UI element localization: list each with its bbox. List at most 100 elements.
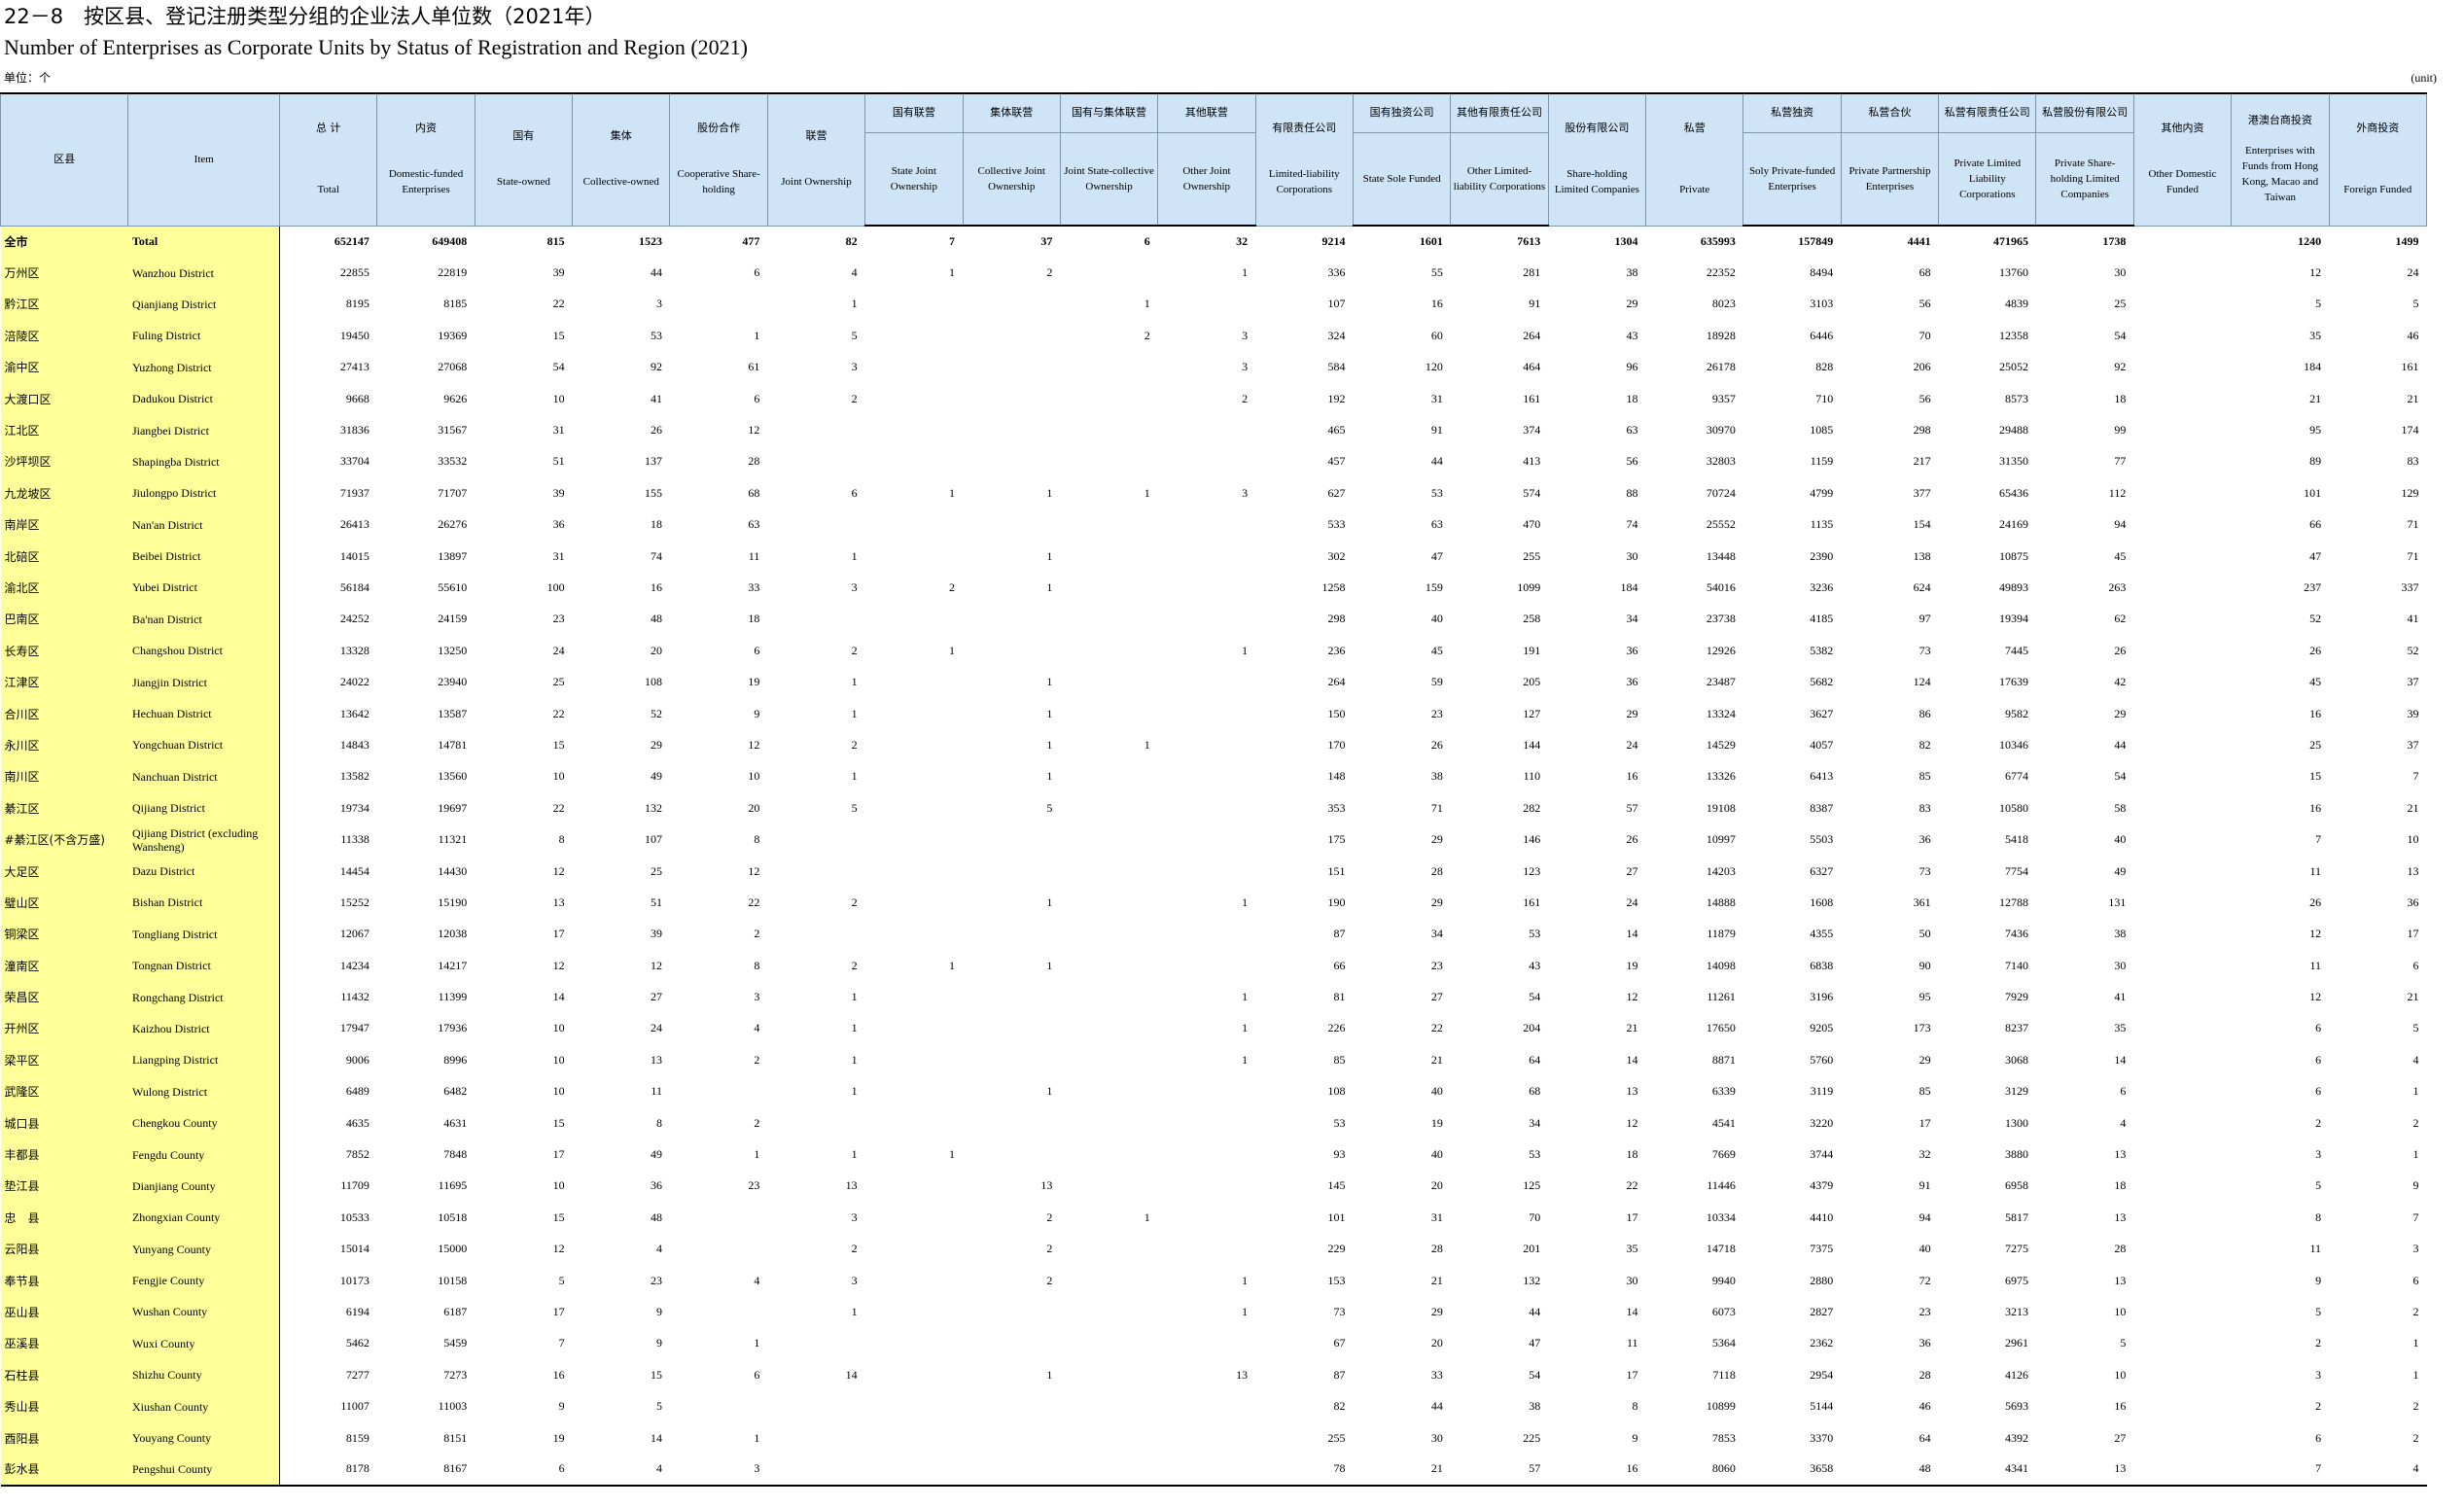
region-name-cn: 永川区	[0, 729, 128, 761]
cell-value: 1	[754, 1336, 760, 1350]
region-name-cn: 秀山县	[0, 1390, 128, 1422]
cell-value: 8871	[1711, 1052, 1736, 1067]
table-row: 忠 县 Zhongxian County 10533 10518 15 48 3 2 1 101 3…	[0, 1202, 2427, 1234]
cell-value: 10	[552, 391, 565, 405]
table-row: 黔江区 Qianjiang District 8195 8185 22 3 1 1 107 16 9…	[0, 288, 2427, 321]
cell-value: 12	[2309, 265, 2322, 280]
cell-value	[1060, 1044, 1157, 1075]
cell-value: 45	[2114, 548, 2127, 563]
cell-value: 190	[1327, 894, 1346, 909]
cell-value: 5144	[1810, 1399, 1834, 1414]
cell-value: 1	[851, 1304, 858, 1318]
cell-value: 6482	[443, 1084, 468, 1099]
cell-value	[767, 919, 864, 950]
cell-value	[2133, 1359, 2231, 1390]
cell-value: 7613	[1517, 234, 1541, 249]
cell-value: 3370	[1810, 1430, 1834, 1445]
cell-value: 17936	[438, 1021, 468, 1035]
cell-value: 15	[552, 737, 565, 752]
cell-value	[865, 981, 963, 1012]
cell-value: 11695	[438, 1178, 468, 1193]
cell-value: 9	[558, 1399, 565, 1414]
cell-value: 29	[2114, 706, 2127, 720]
cell-value: 91	[1529, 297, 1541, 311]
cell-value: 2	[851, 1242, 858, 1256]
cell-value: 229	[1327, 1242, 1346, 1256]
cell-value: 8387	[1810, 800, 1834, 815]
cell-value: 11	[2309, 1242, 2322, 1256]
cell-value: 72	[1918, 1273, 1931, 1287]
cell-value: 1300	[2004, 1115, 2028, 1130]
cell-value	[1158, 604, 1255, 635]
table-row: 长寿区 Changshou District 13328 13250 24 20 6 2 1 1 2…	[0, 635, 2427, 667]
cell-value: 6	[2315, 1052, 2322, 1067]
cell-value: 2390	[1810, 548, 1834, 563]
cell-value: 5462	[345, 1336, 370, 1350]
cell-value	[865, 604, 963, 635]
cell-value: 13	[2114, 1147, 2127, 1162]
cell-value: 112	[2108, 485, 2127, 500]
cell-value: 13	[552, 894, 565, 909]
cell-value: 2	[851, 894, 858, 909]
cell-value	[2133, 666, 2231, 697]
header-foreign: 外商投资 Foreign Funded	[2328, 92, 2428, 227]
region-name-cn: 涪陵区	[0, 320, 128, 352]
region-name-en: Tongnan District	[127, 949, 281, 982]
cell-value: 17	[552, 927, 565, 941]
cell-value: 24159	[438, 612, 468, 626]
cell-value: 14	[552, 990, 565, 1004]
cell-value: 22855	[339, 265, 370, 280]
cell-value: 17947	[339, 1021, 370, 1035]
cell-value: 6	[2315, 1430, 2322, 1445]
cell-value: 10346	[1998, 737, 2028, 752]
cell-value: 29	[1430, 894, 1443, 909]
cell-value: 7436	[2004, 927, 2028, 941]
cell-value: 6	[754, 1367, 760, 1382]
cell-value	[865, 887, 963, 918]
cell-value	[2133, 1234, 2231, 1265]
cell-value	[1158, 446, 1255, 477]
cell-value: 4635	[345, 1115, 370, 1130]
cell-value: 13	[2035, 1454, 2134, 1487]
table-row: 渝北区 Yubei District 56184 55610 100 16 33 3 2 1 125…	[0, 572, 2427, 604]
region-name-cn: 渝北区	[0, 572, 128, 604]
cell-value: 1304	[1614, 233, 1638, 248]
cell-value	[1158, 824, 1255, 855]
cell-value	[1060, 541, 1157, 572]
cell-value: 132	[1523, 1273, 1541, 1287]
cell-value: 1	[2412, 1147, 2419, 1162]
cell-value	[963, 635, 1060, 666]
cell-value: 13560	[438, 769, 468, 784]
cell-value: 10	[2114, 1304, 2127, 1318]
cell-value: 3	[851, 360, 858, 374]
cell-value: 1	[1046, 548, 1053, 563]
cell-value: 6194	[345, 1304, 370, 1318]
cell-value: 3129	[2004, 1084, 2028, 1099]
cell-value: 40	[1918, 1242, 1931, 1256]
cell-value: 10899	[1706, 1399, 1736, 1414]
cell-value: 336	[1327, 265, 1346, 280]
cell-value: 1	[851, 1147, 858, 1162]
cell-value: 3	[851, 1273, 858, 1287]
cell-value: 22819	[438, 265, 468, 280]
cell-value: 49	[650, 769, 662, 784]
cell-value: 91	[1430, 423, 1443, 438]
cell-value: 18	[748, 612, 760, 626]
region-name-cn: 大渡口区	[0, 382, 128, 415]
header-cooperative: 股份合作 Cooperative Share-holding	[669, 92, 768, 227]
cell-value: 14	[1626, 927, 1638, 941]
cell-value: 3880	[2004, 1147, 2028, 1162]
cell-value: 6	[2412, 958, 2419, 972]
cell-value: 6339	[1711, 1084, 1736, 1099]
cell-value	[2133, 950, 2231, 981]
cell-value	[865, 1234, 963, 1265]
region-name-cn: 万州区	[0, 257, 128, 289]
cell-value: 15	[552, 1209, 565, 1224]
cell-value	[2133, 289, 2231, 320]
cell-value	[670, 289, 767, 320]
cell-value: 29	[1626, 297, 1638, 311]
cell-value: 3	[1242, 360, 1249, 374]
header-other-ltd-en: Other Limited-liability Corporations	[1450, 131, 1549, 227]
cell-value: 28	[2114, 1242, 2127, 1256]
cell-value: 47	[1430, 548, 1443, 563]
